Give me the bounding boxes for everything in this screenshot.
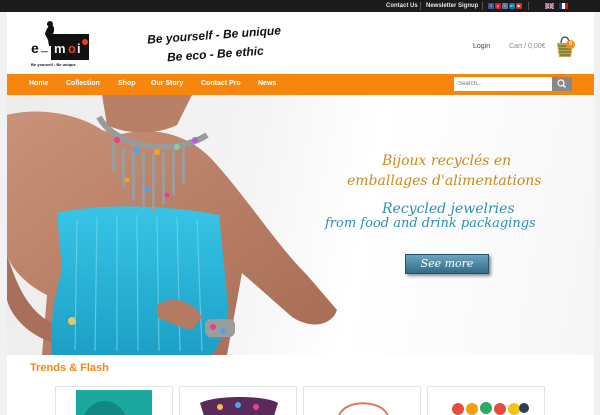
svg-text:Be yourself - Be unique: Be yourself - Be unique <box>31 62 76 67</box>
youtube-icon[interactable]: ▶ <box>516 3 522 9</box>
english-flag-icon[interactable] <box>545 3 554 9</box>
hero-en-line-1: Recycled jewelries <box>382 201 515 217</box>
cart-link[interactable]: Cart / 0,00€ <box>509 43 546 50</box>
svg-text:—: — <box>41 49 48 56</box>
pinterest-icon[interactable]: p <box>495 3 501 9</box>
nav-item-home[interactable]: Home <box>29 80 48 87</box>
product-image <box>200 397 278 415</box>
product-card[interactable] <box>303 386 421 415</box>
trends-section: Trends & Flash <box>7 355 594 415</box>
nav-item-news[interactable]: News <box>258 80 276 87</box>
linkedin-icon[interactable]: in <box>509 3 515 9</box>
search-icon <box>557 79 566 88</box>
svg-text:i: i <box>77 41 81 56</box>
hero-banner[interactable]: Bijoux recyclés en emballages d'alimenta… <box>7 95 594 355</box>
nav-item-shop[interactable]: Shop <box>118 80 136 87</box>
search-button[interactable] <box>552 77 572 91</box>
nav-item-our-story[interactable]: Our Story <box>151 80 183 87</box>
product-image <box>338 402 389 415</box>
slogan-line-2: Be eco - Be ethic <box>166 43 265 65</box>
product-image <box>452 402 529 415</box>
hero-fr-line-2: emballages d'alimentations <box>347 173 542 189</box>
hero-en-line-2: from food and drink packagings <box>325 216 536 231</box>
topbar-divider <box>482 2 483 10</box>
login-link[interactable]: Login <box>473 43 490 50</box>
french-flag-icon[interactable] <box>559 3 568 9</box>
product-card[interactable] <box>427 386 545 415</box>
facebook-icon[interactable]: f <box>488 3 494 9</box>
product-card[interactable] <box>179 386 297 415</box>
instagram-icon[interactable]: i <box>502 3 508 9</box>
nav-item-contact-pro[interactable]: Contact Pro <box>201 80 241 87</box>
product-card[interactable] <box>55 386 173 415</box>
search-input[interactable] <box>454 77 552 91</box>
contact-us-link[interactable]: Contact Us <box>386 2 418 10</box>
cart-count-badge: 0 <box>566 40 575 49</box>
svg-text:e: e <box>31 40 39 56</box>
top-bar: Contact Us Newsletter Signup f p i in ▶ <box>0 0 600 12</box>
newsletter-signup-link[interactable]: Newsletter Signup <box>426 2 478 10</box>
svg-text:o: o <box>68 41 76 56</box>
emoi-logo[interactable]: e — m o i Be yourself - Be unique <box>29 20 91 68</box>
topbar-divider <box>528 2 529 10</box>
see-more-button[interactable]: See more <box>405 254 489 274</box>
main-nav: Home Collection Shop Our Story Contact P… <box>7 74 594 95</box>
site-header: e — m o i Be yourself - Be unique Be you… <box>7 12 594 74</box>
topbar-divider <box>420 2 421 10</box>
section-title: Trends & Flash <box>30 362 109 374</box>
product-image <box>76 390 152 415</box>
nav-item-collection[interactable]: Collection <box>66 80 100 87</box>
hero-fr-line-1: Bijoux recyclés en <box>382 153 512 169</box>
svg-text:m: m <box>54 41 66 56</box>
